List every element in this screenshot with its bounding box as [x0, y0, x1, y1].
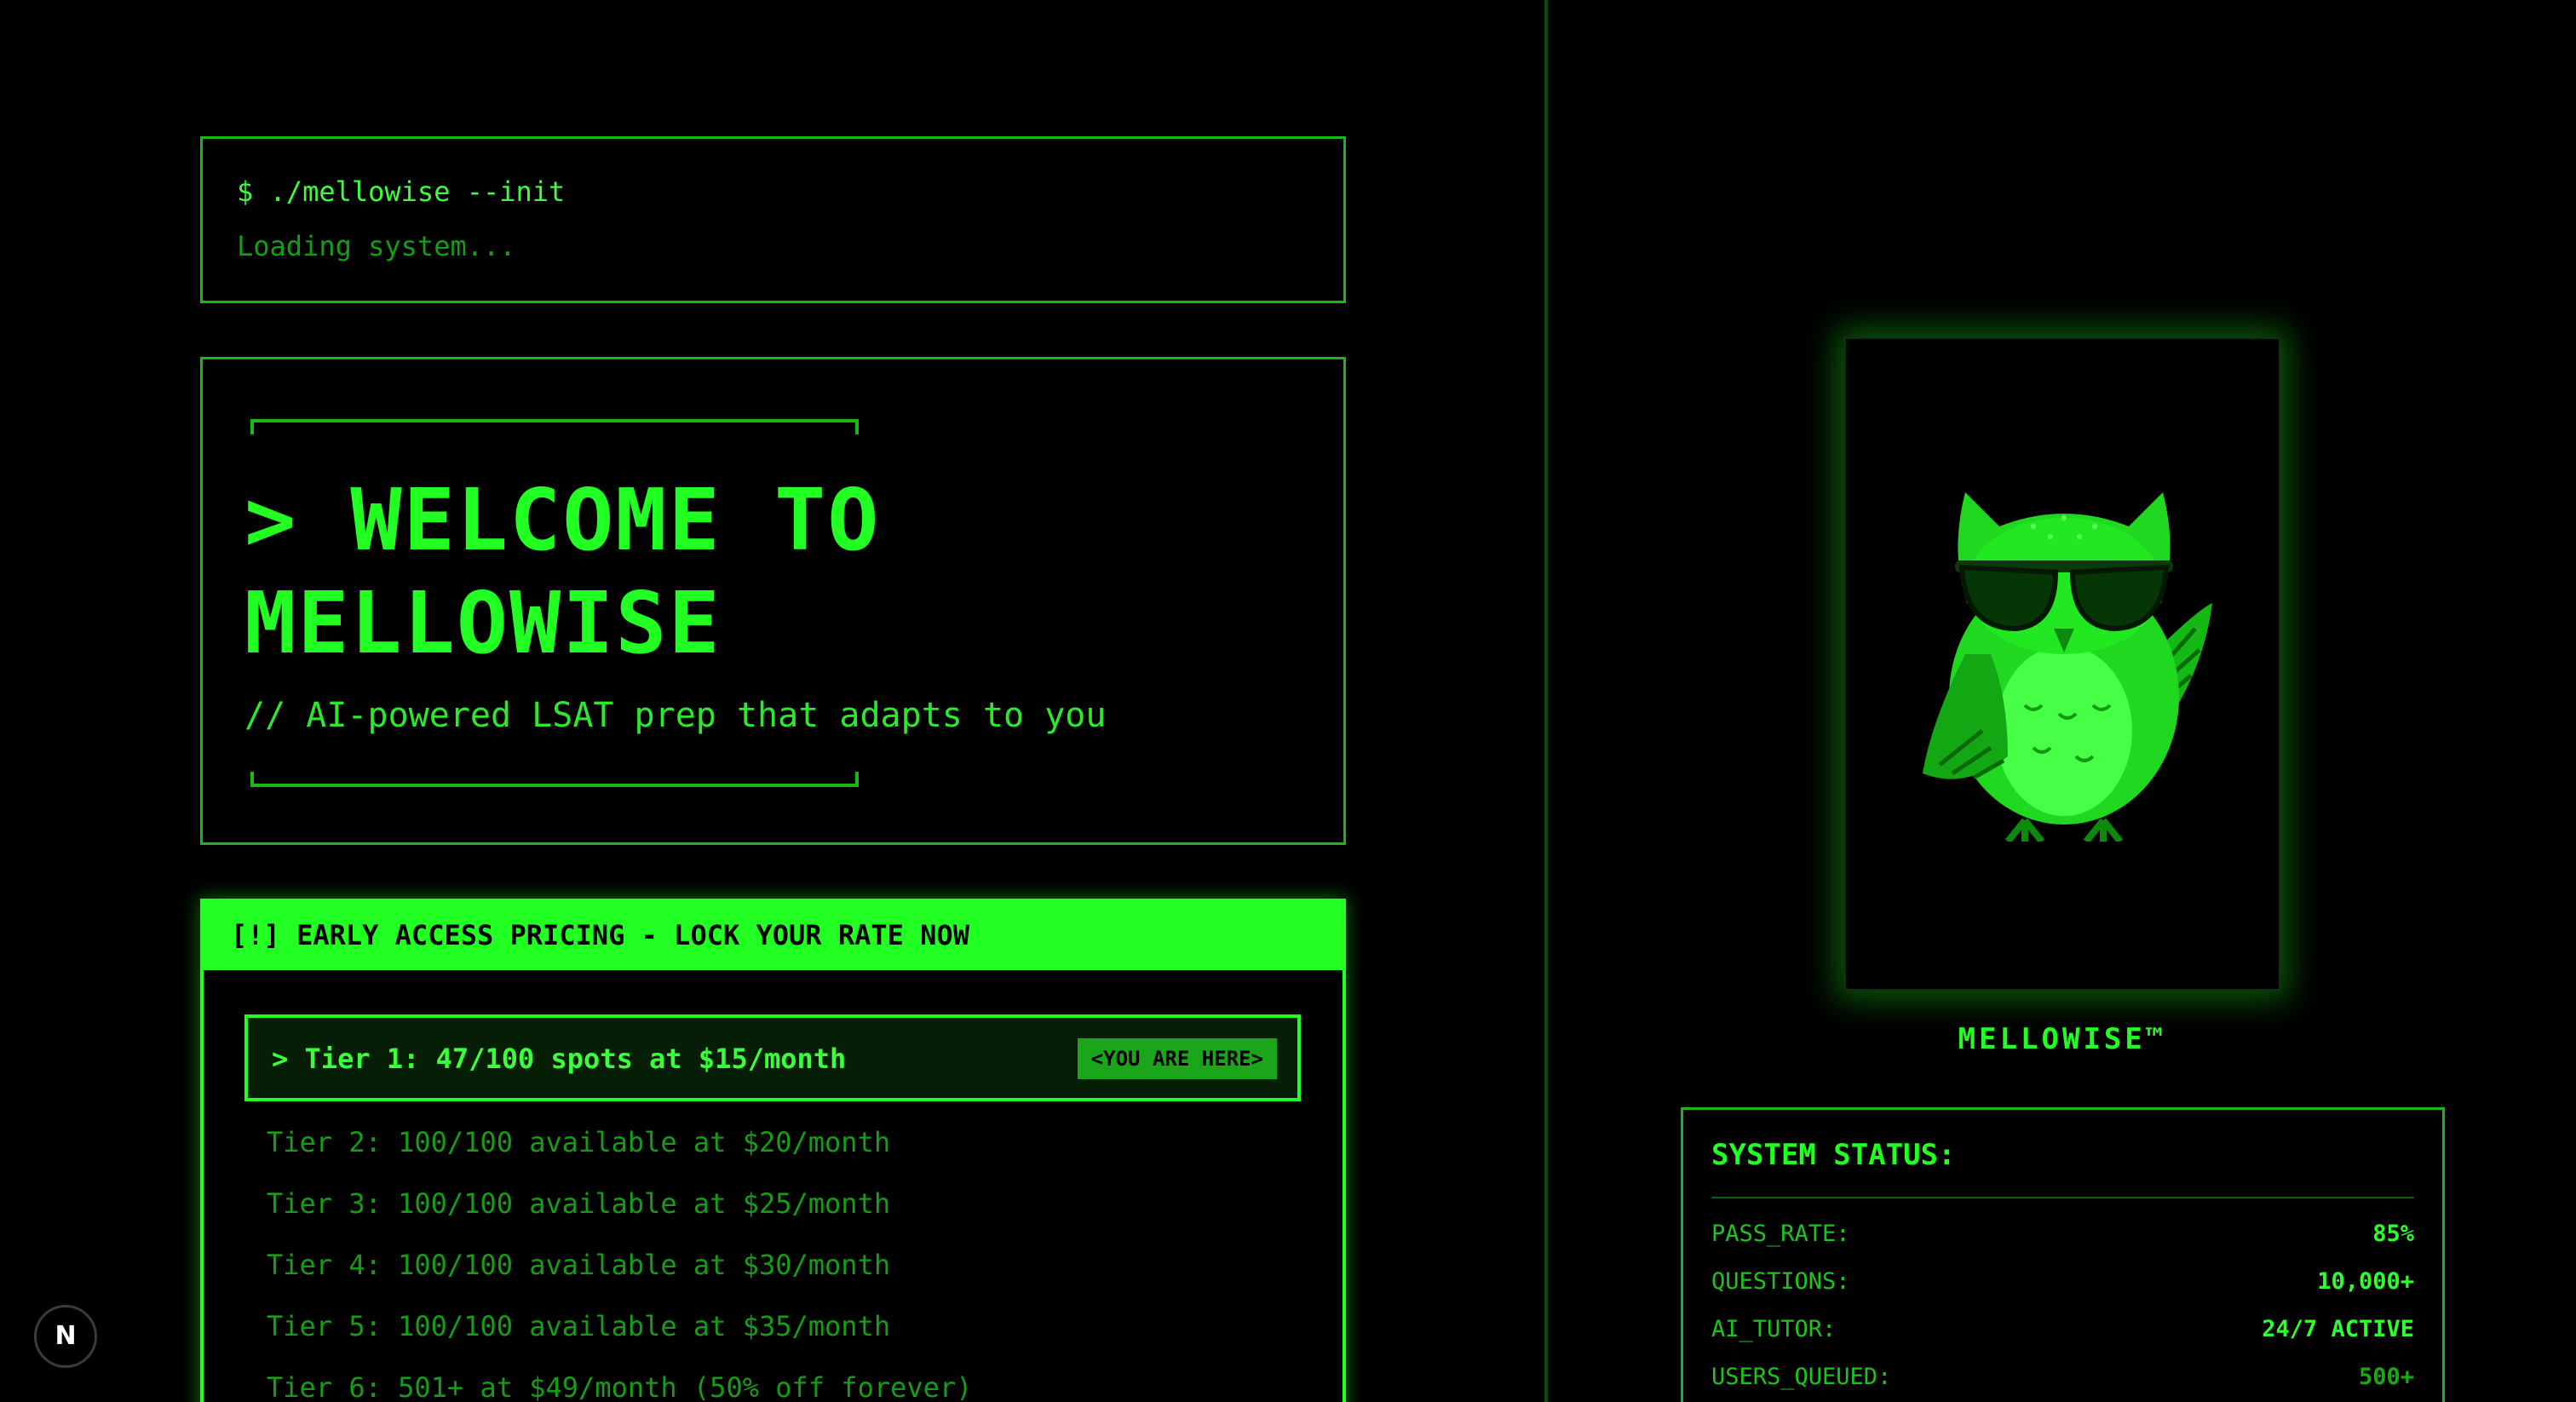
tier-list: Tier 2: 100/100 available at $20/month T…	[267, 1127, 972, 1402]
nextjs-dev-indicator[interactable]: N	[34, 1305, 97, 1368]
status-value: 85%	[2372, 1221, 2414, 1247]
you-are-here-badge: <YOU ARE HERE>	[1077, 1038, 1277, 1079]
terminal-box: $ ./mellowise --init Loading system...	[200, 136, 1346, 303]
tier-active[interactable]: > Tier 1: 47/100 spots at $15/month <YOU…	[244, 1014, 1301, 1101]
pricing-panel: [!] EARLY ACCESS PRICING - LOCK YOUR RAT…	[200, 899, 1346, 1402]
tier-item: Tier 4: 100/100 available at $30/month	[267, 1249, 891, 1281]
tier-active-label: > Tier 1: 47/100 spots at $15/month	[272, 1043, 847, 1075]
status-value: 500+	[2358, 1364, 2414, 1390]
vertical-divider	[1544, 0, 1548, 1402]
nextjs-logo-icon: N	[55, 1321, 77, 1351]
tier-item: Tier 2: 100/100 available at $20/month	[267, 1126, 891, 1158]
pricing-header: [!] EARLY ACCESS PRICING - LOCK YOUR RAT…	[204, 902, 1343, 970]
status-row: PASS_RATE: 85%	[1711, 1222, 2414, 1270]
terminal-command: $ ./mellowise --init	[237, 175, 566, 208]
page-subtitle: // AI-powered LSAT prep that adapts to y…	[244, 696, 1107, 735]
status-row: USERS_QUEUED: 500+	[1711, 1365, 2414, 1402]
welcome-box: > WELCOME TO MELLOWISE // AI-powered LSA…	[200, 357, 1346, 845]
owl-mascot-icon	[1923, 492, 2212, 842]
status-key: QUESTIONS:	[1711, 1268, 1850, 1295]
system-status-panel: SYSTEM STATUS: PASS_RATE: 85% QUESTIONS:…	[1681, 1107, 2445, 1402]
status-value: 10,000+	[2317, 1268, 2414, 1295]
tier-item: Tier 6: 501+ at $49/month (50% off forev…	[267, 1371, 973, 1402]
status-key: AI_TUTOR:	[1711, 1316, 1837, 1342]
status-key: PASS_RATE:	[1711, 1221, 1850, 1247]
status-title: SYSTEM STATUS:	[1711, 1138, 1956, 1172]
status-row: QUESTIONS: 10,000+	[1711, 1270, 2414, 1318]
bracket-top-decoration	[250, 419, 859, 434]
tier-item: Tier 5: 100/100 available at $35/month	[267, 1310, 891, 1342]
brand-name: MELLOWISE™	[1958, 1022, 2167, 1056]
page-title: > WELCOME TO MELLOWISE	[244, 470, 881, 673]
status-key: USERS_QUEUED:	[1711, 1364, 1892, 1390]
mascot-card	[1844, 337, 2280, 991]
tier-item: Tier 3: 100/100 available at $25/month	[267, 1187, 891, 1220]
status-value: 24/7 ACTIVE	[2262, 1316, 2414, 1342]
terminal-status: Loading system...	[237, 230, 516, 262]
bracket-bottom-decoration	[250, 772, 859, 787]
status-row: AI_TUTOR: 24/7 ACTIVE	[1711, 1318, 2414, 1365]
status-divider	[1711, 1197, 2414, 1198]
